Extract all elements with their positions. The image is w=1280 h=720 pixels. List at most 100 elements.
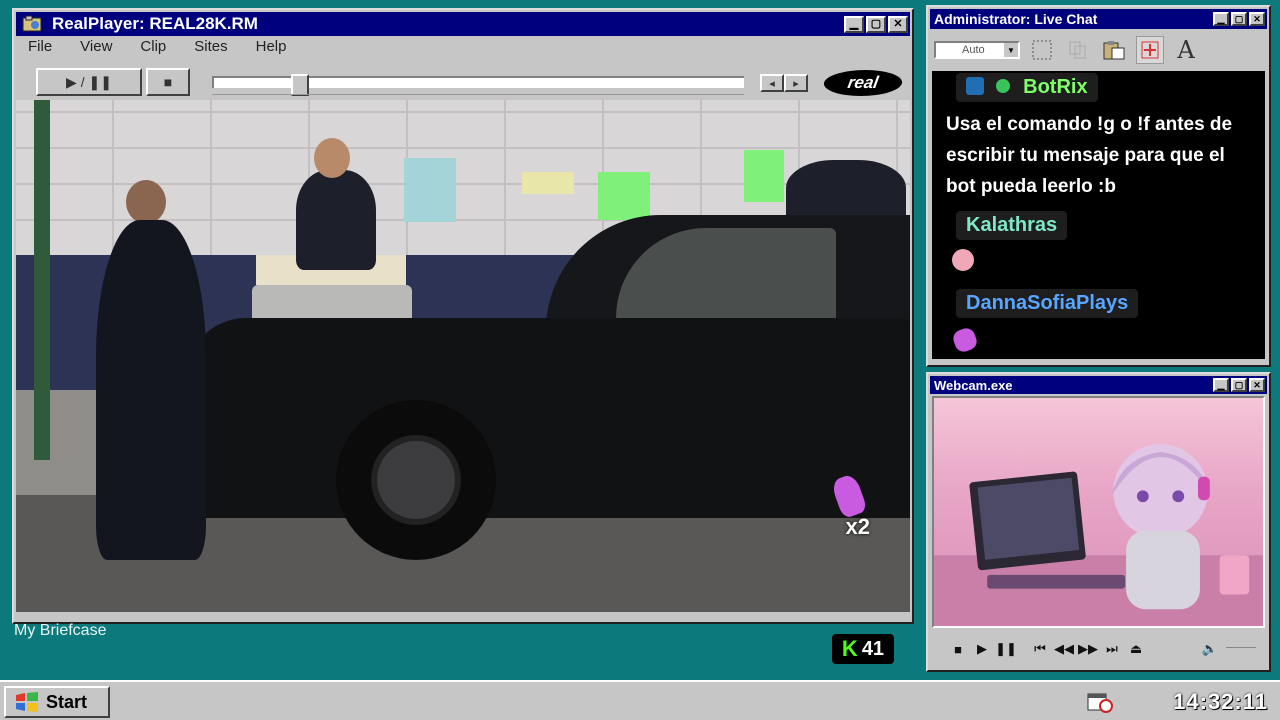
taskbar: Start 14:32:11: [0, 680, 1280, 720]
real-logo-text: real: [846, 73, 880, 92]
video-pole: [34, 100, 50, 460]
video-car-body: [186, 318, 910, 518]
bot-badge-icon: [966, 77, 984, 95]
chat-toolbar: Auto ▼ A: [930, 31, 1267, 69]
start-label: Start: [46, 691, 88, 712]
video-display[interactable]: x2: [16, 100, 910, 612]
chevron-down-icon[interactable]: ▼: [1004, 43, 1018, 57]
minimize-icon: ▁: [849, 17, 859, 30]
stop-icon[interactable]: ■: [946, 642, 970, 657]
maximize-button[interactable]: ▢: [866, 15, 886, 33]
live-chat-window: Administrator: Live Chat ▁ ▢ ✕ Auto ▼ A: [926, 5, 1271, 367]
chat-title: Administrator: Live Chat: [934, 11, 1098, 27]
paste-icon[interactable]: [1100, 36, 1128, 64]
video-sign-3: [598, 172, 650, 220]
webcam-illustration: [934, 444, 1263, 626]
seek-forward-icon: ▸: [793, 77, 799, 90]
webcam-titlebar[interactable]: Webcam.exe ▁ ▢ ✕: [930, 376, 1267, 394]
stop-icon: ■: [163, 74, 173, 90]
chat-messages[interactable]: BotRix Usa el comando !g o !f antes de e…: [932, 71, 1265, 359]
skip-back-icon[interactable]: ⏮: [1028, 641, 1052, 657]
font-icon[interactable]: A: [1172, 36, 1200, 64]
chat-username-kalathras[interactable]: Kalathras: [956, 211, 1068, 240]
webcam-minimize-button[interactable]: ▁: [1213, 378, 1229, 392]
chat-minimize-button[interactable]: ▁: [1213, 12, 1229, 26]
volume-icon[interactable]: 🔈: [1198, 641, 1222, 657]
taskbar-clock[interactable]: 14:32:11: [1173, 689, 1268, 715]
chat-maximize-button[interactable]: ▢: [1231, 12, 1247, 26]
seek-back-button[interactable]: ◂: [760, 74, 784, 92]
realplayer-menubar: File View Clip Sites Help: [28, 38, 314, 55]
seek-back-icon: ◂: [769, 77, 775, 90]
minimize-icon: ▁: [1217, 13, 1225, 24]
realplayer-titlebar[interactable]: RealPlayer: REAL28K.RM ▁ ▢ ✕: [16, 12, 910, 36]
webcam-view[interactable]: [932, 396, 1265, 628]
pause-icon[interactable]: ❚❚: [994, 641, 1018, 657]
video-sign-2: [522, 172, 574, 194]
stop-button[interactable]: ■: [146, 68, 190, 96]
close-icon: ✕: [1253, 379, 1261, 390]
video-officer: [96, 180, 216, 560]
menu-help[interactable]: Help: [256, 38, 287, 55]
seek-slider[interactable]: [212, 74, 744, 96]
close-button[interactable]: ✕: [888, 15, 908, 33]
emote-hand-icon: [950, 325, 980, 355]
fast-forward-icon[interactable]: ▶▶: [1076, 641, 1100, 657]
kick-viewer-badge: K 41: [832, 634, 894, 664]
play-pause-icon: ▶ / ❚❚: [66, 73, 112, 90]
webcam-controls: ■ ▶ ❚❚ ⏮ ◀◀ ▶▶ ⏭ ⏏ 🔈: [932, 634, 1265, 664]
font-size-value: Auto: [962, 44, 985, 56]
seek-thumb[interactable]: [291, 74, 309, 96]
start-button[interactable]: Start: [4, 686, 110, 718]
realplayer-window: RealPlayer: REAL28K.RM ▁ ▢ ✕ File View C…: [12, 8, 914, 624]
select-icon[interactable]: [1028, 36, 1056, 64]
seek-forward-button[interactable]: ▸: [784, 74, 808, 92]
copy-icon[interactable]: [1064, 36, 1092, 64]
volume-slider[interactable]: [1226, 647, 1256, 651]
emote-pig-icon: [952, 249, 974, 271]
video-sign-4: [744, 150, 784, 202]
maximize-icon: ▢: [1234, 13, 1244, 24]
video-vendor-head: [314, 138, 350, 178]
video-vendor: [296, 170, 376, 270]
font-size-select[interactable]: Auto ▼: [934, 41, 1020, 59]
chat-close-button[interactable]: ✕: [1249, 12, 1265, 26]
real-logo: real: [821, 70, 905, 96]
eject-icon[interactable]: ⏏: [1124, 641, 1148, 657]
webcam-title: Webcam.exe: [934, 377, 1013, 393]
maximize-icon: ▢: [1234, 379, 1244, 390]
system-tray: 14:32:11: [1087, 686, 1276, 718]
seek-ticks: [212, 94, 744, 98]
menu-file[interactable]: File: [28, 38, 52, 55]
rewind-icon[interactable]: ◀◀: [1052, 641, 1076, 657]
play-pause-button[interactable]: ▶ / ❚❚: [36, 68, 142, 96]
chat-titlebar[interactable]: Administrator: Live Chat ▁ ▢ ✕: [930, 9, 1267, 29]
menu-clip[interactable]: Clip: [140, 38, 166, 55]
minimize-icon: ▁: [1217, 379, 1225, 390]
skip-forward-icon[interactable]: ⏭: [1100, 641, 1124, 657]
webcam-window: Webcam.exe ▁ ▢ ✕ ■ ▶ ❚❚ ⏮ ◀◀ ▶▶ ⏭ ⏏ 🔈: [926, 372, 1271, 672]
scheduler-icon[interactable]: [1086, 690, 1113, 713]
webcam-maximize-button[interactable]: ▢: [1231, 378, 1247, 392]
close-icon: ✕: [893, 17, 903, 30]
desktop-icon-label[interactable]: My Briefcase: [14, 622, 106, 640]
emote-count: x2: [845, 514, 870, 539]
chat-username-dannasofiaplays[interactable]: DannaSofiaPlays: [956, 289, 1139, 318]
chat-username-botrix[interactable]: BotRix: [956, 73, 1098, 102]
transport-bar: ▶ / ❚❚ ■ ◂ ▸ real: [36, 68, 905, 102]
font-button-label: A: [1177, 36, 1195, 64]
realplayer-app-icon: [22, 15, 46, 33]
windows-logo-icon: [16, 692, 38, 712]
video-sign-1: [404, 158, 456, 222]
close-icon: ✕: [1253, 13, 1261, 24]
webcam-close-button[interactable]: ✕: [1249, 378, 1265, 392]
kick-logo-icon: K: [841, 636, 858, 661]
minimize-button[interactable]: ▁: [844, 15, 864, 33]
chat-message-text: Usa el comando !g o !f antes de escribir…: [946, 114, 1233, 197]
play-icon[interactable]: ▶: [970, 641, 994, 657]
target-icon[interactable]: [1136, 36, 1164, 64]
menu-sites[interactable]: Sites: [194, 38, 227, 55]
verified-icon: [995, 79, 1010, 93]
kick-viewer-count: 41: [861, 637, 885, 660]
menu-view[interactable]: View: [80, 38, 112, 55]
